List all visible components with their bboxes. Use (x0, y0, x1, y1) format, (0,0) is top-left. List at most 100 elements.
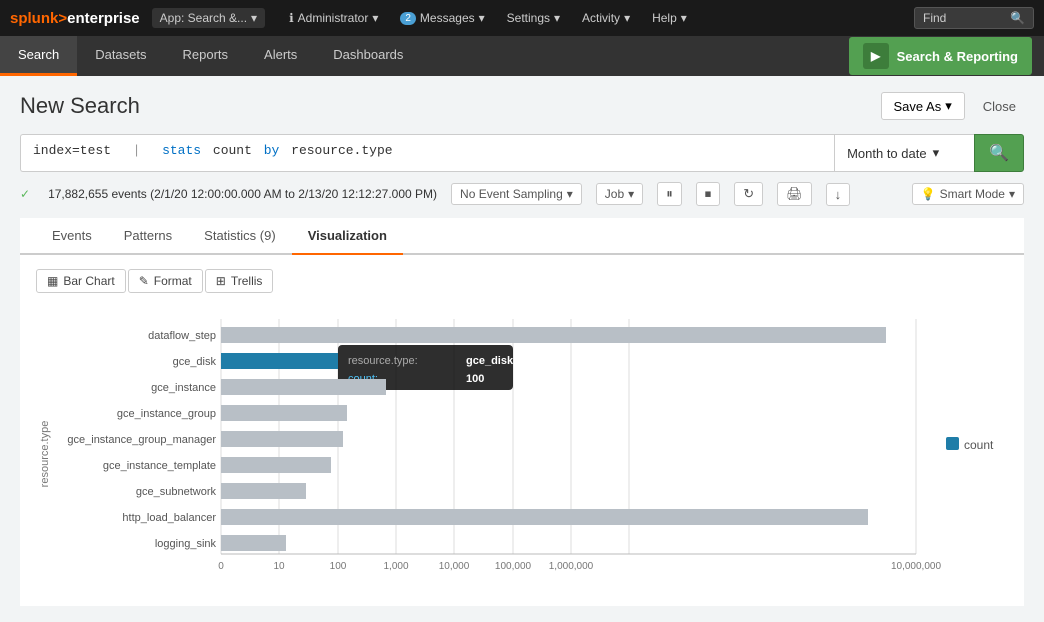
tab-dashboards[interactable]: Dashboards (315, 36, 421, 76)
save-as-caret-icon: ▾ (945, 98, 952, 114)
messages-badge: 2 (400, 12, 416, 25)
tab-events-label: Events (52, 228, 92, 243)
find-placeholder: Find (923, 11, 946, 25)
label-gce-subnetwork: gce_subnetwork (136, 486, 217, 498)
bar-gce-subnetwork[interactable] (221, 483, 306, 499)
bar-gce-instance-group-manager[interactable] (221, 431, 343, 447)
status-events-text: 17,882,655 events (2/1/20 12:00:00.000 A… (48, 187, 437, 201)
secondary-navigation: Search Datasets Reports Alerts Dashboard… (0, 36, 1044, 76)
app-name: App: Search &... (160, 11, 247, 25)
time-range-caret-icon: ▾ (933, 145, 940, 161)
settings-caret-icon: ▾ (554, 11, 560, 25)
run-search-button[interactable]: 🔍 (974, 134, 1024, 172)
x-label-1m: 1,000,000 (549, 561, 594, 572)
bar-gce-instance-group[interactable] (221, 405, 347, 421)
x-label-100: 100 (330, 561, 347, 572)
page-title: New Search (20, 93, 140, 119)
search-run-icon: 🔍 (989, 143, 1009, 163)
pause-button[interactable]: ⏸ (657, 182, 682, 206)
label-gce-disk: gce_disk (173, 356, 217, 368)
svg-text:100: 100 (466, 373, 484, 385)
tab-visualization[interactable]: Visualization (292, 218, 403, 255)
y-axis-label: resource.type (39, 421, 51, 488)
search-reporting-button[interactable]: ▶ Search & Reporting (849, 37, 1032, 75)
search-stats-command: stats (162, 143, 201, 158)
stop-button[interactable]: ⏹ (696, 182, 721, 206)
bar-gce-instance-template[interactable] (221, 457, 331, 473)
legend-swatch (946, 437, 959, 450)
x-label-10m: 10,000,000 (891, 561, 941, 572)
pipe-separator: | (125, 143, 156, 158)
bar-dataflow-step[interactable] (221, 327, 886, 343)
bar-gce-instance[interactable] (221, 379, 386, 395)
page-header: New Search Save As ▾ Close (20, 92, 1024, 120)
bar-gce-disk[interactable] (221, 353, 338, 369)
play-triangle-icon: ▶ (871, 49, 880, 63)
label-gce-instance: gce_instance (151, 382, 216, 394)
top-nav-admin[interactable]: ℹ Administrator ▾ (279, 7, 388, 29)
job-button[interactable]: Job ▾ (596, 183, 643, 205)
tab-alerts[interactable]: Alerts (246, 36, 315, 76)
trellis-button[interactable]: ⊞ Trellis (205, 269, 274, 293)
tab-events[interactable]: Events (36, 218, 108, 255)
tab-datasets[interactable]: Datasets (77, 36, 164, 76)
smart-mode-caret-icon: ▾ (1009, 187, 1015, 201)
top-nav-activity[interactable]: Activity ▾ (572, 7, 640, 29)
stop-icon: ⏹ (705, 186, 712, 201)
smart-mode-selector[interactable]: 💡 Smart Mode ▾ (912, 183, 1024, 205)
download-button[interactable]: ↓ (826, 183, 851, 206)
app-caret-icon: ▾ (251, 11, 257, 25)
tab-statistics[interactable]: Statistics (9) (188, 218, 292, 255)
format-button[interactable]: ✎ Format (128, 269, 203, 293)
x-label-100k: 100,000 (495, 561, 532, 572)
svg-text:resource.type:: resource.type: (348, 355, 418, 367)
status-check-icon: ✓ (20, 187, 30, 201)
top-nav-help[interactable]: Help ▾ (642, 7, 697, 29)
find-box[interactable]: Find 🔍 (914, 7, 1034, 29)
top-nav-items: ℹ Administrator ▾ 2 Messages ▾ Settings … (279, 7, 910, 29)
smart-mode-label: Smart Mode (940, 187, 1005, 201)
trellis-label: Trellis (231, 274, 263, 288)
find-icon: 🔍 (1010, 11, 1025, 25)
admin-caret-icon: ▾ (372, 11, 378, 25)
label-http-load-balancer: http_load_balancer (122, 512, 216, 524)
no-event-sampling-selector[interactable]: No Event Sampling ▾ (451, 183, 582, 205)
bar-chart: resource.type dataflow_step (36, 309, 1008, 592)
bar-chart-button[interactable]: ▦ Bar Chart (36, 269, 126, 293)
search-index-term: index=test (33, 143, 111, 158)
search-input[interactable]: index=test | stats count by resource.typ… (20, 134, 834, 172)
admin-label: Administrator (298, 11, 369, 25)
splunk-logo-splunk: splunk> (10, 10, 67, 27)
app-selector[interactable]: App: Search &... ▾ (152, 8, 265, 28)
time-range-label: Month to date (847, 146, 927, 161)
bar-logging-sink[interactable] (221, 535, 286, 551)
activity-label: Activity (582, 11, 620, 25)
search-resource-field: resource.type (291, 143, 392, 158)
messages-caret-icon: ▾ (479, 11, 485, 25)
tab-search[interactable]: Search (0, 36, 77, 76)
tab-alerts-label: Alerts (264, 47, 297, 62)
close-button[interactable]: Close (975, 94, 1024, 119)
top-nav-messages[interactable]: 2 Messages ▾ (390, 7, 494, 29)
refresh-button[interactable]: ↻ (734, 182, 763, 206)
search-count-field: count (213, 143, 260, 158)
top-nav-settings[interactable]: Settings ▾ (497, 7, 570, 29)
help-label: Help (652, 11, 677, 25)
save-as-button[interactable]: Save As ▾ (881, 92, 965, 120)
x-label-10k: 10,000 (439, 561, 470, 572)
print-icon: 🖨 (786, 186, 803, 201)
tab-statistics-label: Statistics (9) (204, 228, 276, 243)
tab-reports[interactable]: Reports (165, 36, 247, 76)
splunk-logo[interactable]: splunk>enterprise (10, 10, 140, 27)
help-caret-icon: ▾ (681, 11, 687, 25)
tab-patterns[interactable]: Patterns (108, 218, 188, 255)
time-range-picker[interactable]: Month to date ▾ (834, 134, 974, 172)
tab-visualization-label: Visualization (308, 228, 387, 243)
sec-nav-tabs: Search Datasets Reports Alerts Dashboard… (0, 36, 849, 76)
admin-icon: ℹ (289, 11, 294, 25)
label-gce-instance-template: gce_instance_template (103, 460, 216, 472)
print-button[interactable]: 🖨 (777, 182, 812, 206)
settings-label: Settings (507, 11, 550, 25)
bar-http-load-balancer[interactable] (221, 509, 868, 525)
chart-area: ▦ Bar Chart ✎ Format ⊞ Trellis resource.… (20, 255, 1024, 606)
